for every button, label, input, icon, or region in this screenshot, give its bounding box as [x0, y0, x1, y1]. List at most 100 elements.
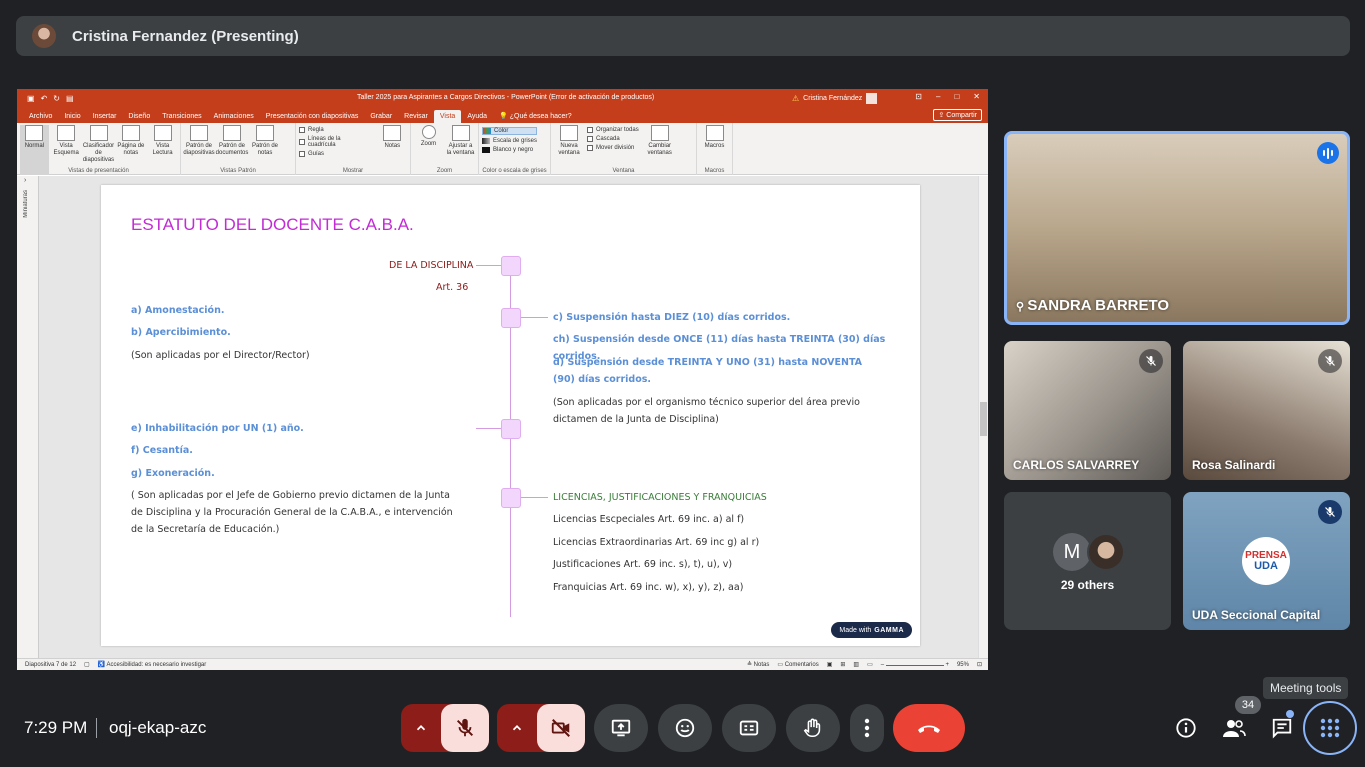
participant-tile-sandra[interactable]: ⚲ SANDRA BARRETO — [1004, 131, 1350, 325]
slide-canvas[interactable]: ESTATUTO DEL DOCENTE C.A.B.A. DE LA DISC… — [101, 185, 920, 646]
participant-name-sandra: ⚲ SANDRA BARRETO — [1016, 297, 1169, 314]
thumbnails-label: Miniaturas — [23, 190, 29, 218]
participant-tile-carlos[interactable]: CARLOS SALVARREY — [1004, 341, 1171, 480]
apps-grid-icon — [1320, 718, 1340, 738]
camera-toggle-button[interactable] — [537, 704, 585, 752]
tell-me-search[interactable]: 💡 ¿Qué desea hacer? — [493, 112, 578, 123]
notes-toggle-icon: ≜ — [746, 662, 752, 668]
black-white-swatch-icon — [482, 147, 490, 153]
zoom-level[interactable]: 95% — [957, 662, 969, 668]
gamma-badge[interactable]: Made with GAMMA — [831, 622, 912, 638]
timeline-node-2 — [501, 308, 521, 328]
group-master-views: Patrón de diapositivas Patrón de documen… — [181, 123, 296, 175]
present-icon[interactable]: ▤ — [66, 94, 74, 103]
share-icon: ⇪ — [938, 112, 945, 119]
tab-grabar[interactable]: Grabar — [364, 113, 398, 123]
captions-button[interactable] — [722, 704, 776, 752]
participant-tile-rosa[interactable]: Rosa Salinardi — [1183, 341, 1350, 480]
minimize-icon[interactable]: – — [936, 92, 940, 101]
save-icon[interactable]: ▣ — [27, 94, 35, 103]
handout-master-icon — [223, 125, 241, 141]
tab-transiciones[interactable]: Transiciones — [156, 113, 207, 123]
guides-checkbox[interactable]: Guías — [299, 151, 369, 157]
participant-tile-uda[interactable]: PRENSA UDA UDA Seccional Capital — [1183, 492, 1350, 630]
spellcheck-icon[interactable]: ▢ — [84, 661, 90, 668]
meeting-details-button[interactable] — [1168, 710, 1204, 746]
tab-ayuda[interactable]: Ayuda — [461, 113, 493, 123]
undo-icon[interactable]: ↶ — [41, 94, 48, 103]
redo-icon[interactable]: ↻ — [53, 94, 60, 103]
maximize-icon[interactable]: □ — [954, 92, 959, 101]
tab-presentacion[interactable]: Presentación con diapositivas — [260, 113, 365, 123]
tab-revisar[interactable]: Revisar — [398, 113, 434, 123]
status-normal-view-icon[interactable]: ▣ — [827, 661, 833, 668]
participant-name-rosa: Rosa Salinardi — [1192, 458, 1276, 472]
tab-vista[interactable]: Vista — [433, 110, 462, 123]
lightbulb-icon: 💡 — [499, 113, 508, 120]
presenter-avatar — [32, 24, 56, 48]
raise-hand-button[interactable] — [786, 704, 840, 752]
right-note-1: (Son aplicadas por el organismo técnico … — [553, 397, 860, 425]
tab-insertar[interactable]: Insertar — [87, 113, 123, 123]
status-reading-icon[interactable]: ▥ — [853, 661, 859, 668]
fit-slide-icon[interactable]: ⊡ — [977, 661, 982, 668]
color-mode-button[interactable]: Color — [482, 127, 538, 135]
thumbnails-pane[interactable]: › Miniaturas — [17, 176, 39, 658]
reactions-button[interactable] — [658, 704, 712, 752]
participant-tile-others[interactable]: M 29 others — [1004, 492, 1171, 630]
ruler-checkbox[interactable]: Regla — [299, 127, 369, 133]
zoom-track[interactable] — [885, 664, 944, 666]
macros-icon — [705, 125, 724, 141]
gridlines-checkbox[interactable]: Líneas de la cuadrícula — [299, 136, 369, 148]
scrollbar-thumb[interactable] — [980, 402, 987, 436]
mic-off-icon — [1139, 349, 1163, 373]
accessibility-icon: ♿ — [97, 662, 106, 668]
tell-me-label: ¿Qué desea hacer? — [509, 113, 572, 120]
comments-toggle[interactable]: ▭ Comentarios — [777, 661, 818, 668]
move-split-button[interactable]: Mover división — [587, 145, 639, 151]
grayscale-button[interactable]: Escala de grises — [482, 138, 537, 144]
license-item-2: Licencias Extraordinarias Art. 69 inc g)… — [553, 537, 760, 548]
notes-icon — [383, 125, 402, 141]
chat-notification-dot — [1286, 710, 1294, 718]
ribbon-display-icon[interactable]: ⊡ — [915, 92, 922, 101]
ruler-check-icon — [299, 127, 305, 133]
mic-toggle-button[interactable] — [441, 704, 489, 752]
new-window-icon — [560, 125, 578, 141]
arrange-all-button[interactable]: Organizar todas — [587, 127, 639, 133]
people-icon — [1223, 720, 1246, 737]
share-button[interactable]: ⇪ Compartir — [933, 109, 982, 121]
quick-access-toolbar: ▣ ↶ ↻ ▤ — [27, 94, 74, 103]
mic-options-button[interactable] — [401, 704, 441, 752]
black-white-label: Blanco y negro — [493, 147, 534, 153]
sanction-f: f) Cesantía. — [131, 445, 193, 456]
accessibility-status[interactable]: ♿ Accesibilidad: es necesario investigar — [98, 661, 207, 668]
tab-archivo[interactable]: Archivo — [23, 113, 58, 123]
group-color: Color Escala de grises Blanco y negro Co… — [479, 123, 551, 175]
status-slideshow-icon[interactable]: ▭ — [867, 661, 873, 668]
gridlines-check-icon — [299, 139, 305, 145]
close-icon[interactable]: ✕ — [973, 92, 980, 101]
chat-icon — [1272, 718, 1292, 739]
camera-options-button[interactable] — [497, 704, 537, 752]
powerpoint-titlebar: ▣ ↶ ↻ ▤ Taller 2025 para Aspirantes a Ca… — [17, 89, 988, 107]
warning-icon: ⚠ — [792, 94, 800, 103]
slide-scrollbar[interactable] — [978, 176, 988, 658]
people-button[interactable] — [1216, 710, 1252, 746]
tab-inicio[interactable]: Inicio — [58, 113, 86, 123]
zoom-slider[interactable]: – + — [881, 662, 949, 668]
tab-animaciones[interactable]: Animaciones — [208, 113, 260, 123]
black-white-button[interactable]: Blanco y negro — [482, 147, 537, 153]
meeting-tools-button[interactable] — [1303, 701, 1357, 755]
cascade-button[interactable]: Cascada — [587, 136, 639, 142]
chat-button[interactable] — [1264, 710, 1300, 746]
chevron-right-icon[interactable]: › — [24, 177, 26, 184]
avatar-m: M — [1053, 533, 1091, 571]
notes-toggle[interactable]: ≜ Notas — [747, 661, 769, 668]
leave-call-button[interactable] — [893, 704, 965, 752]
more-options-button[interactable] — [850, 704, 884, 752]
present-screen-button[interactable] — [594, 704, 648, 752]
meeting-code[interactable]: oqj-ekap-azc — [109, 718, 206, 738]
status-sorter-icon[interactable]: ⊞ — [840, 661, 845, 668]
tab-diseno[interactable]: Diseño — [122, 113, 156, 123]
